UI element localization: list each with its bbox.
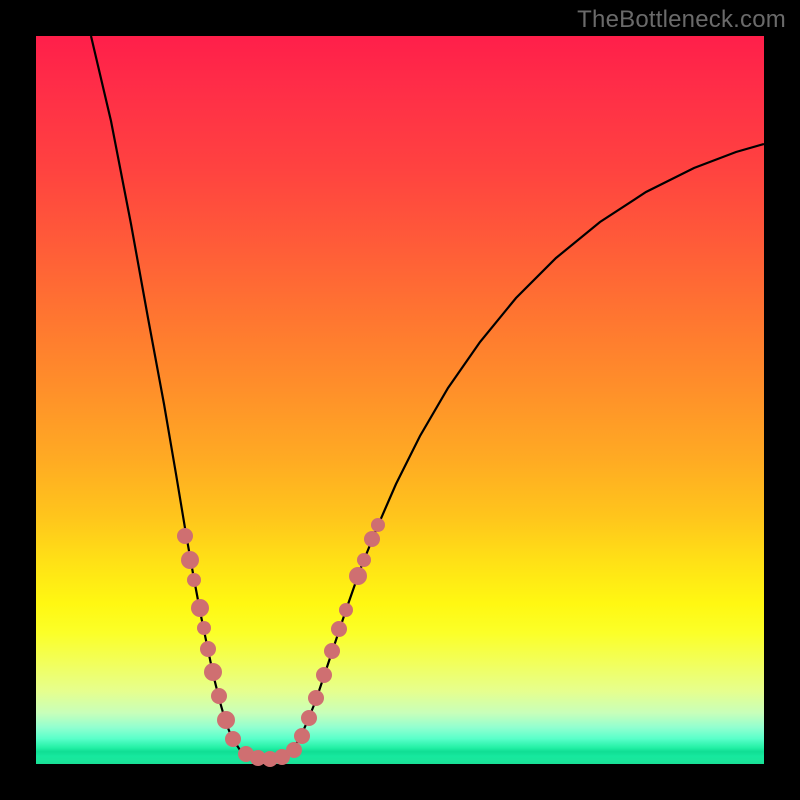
- data-marker: [181, 551, 199, 569]
- curve-right: [284, 144, 764, 756]
- data-marker: [364, 531, 380, 547]
- data-marker: [349, 567, 367, 585]
- chart-frame: TheBottleneck.com: [0, 0, 800, 800]
- curve-layer: [36, 36, 764, 764]
- data-marker: [200, 641, 216, 657]
- data-marker: [371, 518, 385, 532]
- data-marker: [187, 573, 201, 587]
- data-marker: [339, 603, 353, 617]
- data-marker: [308, 690, 324, 706]
- data-marker: [294, 728, 310, 744]
- data-marker: [197, 621, 211, 635]
- data-marker: [357, 553, 371, 567]
- data-marker: [324, 643, 340, 659]
- data-marker: [286, 742, 302, 758]
- data-marker: [177, 528, 193, 544]
- attribution-text: TheBottleneck.com: [577, 6, 786, 34]
- data-marker: [331, 621, 347, 637]
- data-marker: [204, 663, 222, 681]
- data-marker: [225, 731, 241, 747]
- data-marker: [191, 599, 209, 617]
- data-marker: [217, 711, 235, 729]
- marker-group: [177, 518, 385, 767]
- curve-left: [91, 36, 248, 756]
- data-marker: [301, 710, 317, 726]
- data-marker: [211, 688, 227, 704]
- data-marker: [316, 667, 332, 683]
- plot-area: [36, 36, 764, 764]
